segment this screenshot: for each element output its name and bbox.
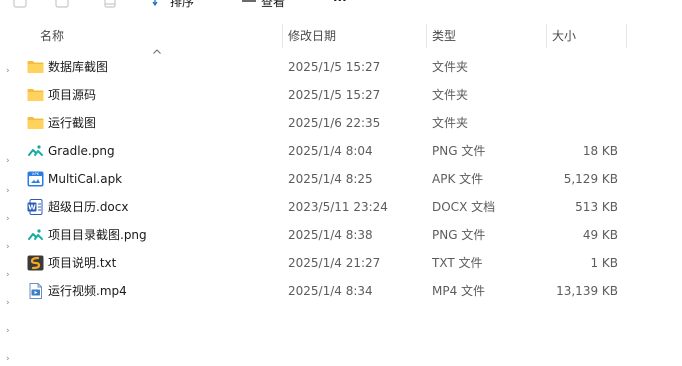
column-divider[interactable] (426, 24, 427, 48)
file-row[interactable]: 项目源码 2025/1/5 15:27 文件夹 (0, 81, 682, 109)
file-name: 数据库截图 (48, 60, 109, 74)
folder-icon (27, 115, 44, 131)
file-date: 2025/1/4 8:25 (288, 172, 373, 186)
file-row[interactable]: 项目目录截图.png 2025/1/4 8:38 PNG 文件 49 KB (0, 221, 682, 249)
new-icon[interactable] (13, 0, 27, 11)
folder-icon (27, 59, 44, 75)
file-row[interactable]: 项目说明.txt 2025/1/4 21:27 TXT 文件 1 KB (0, 249, 682, 277)
apk-icon: APK (27, 171, 44, 187)
file-type: DOCX 文档 (432, 200, 496, 214)
file-row[interactable]: 运行视频.mp4 2025/1/4 8:34 MP4 文件 13,139 KB (0, 277, 682, 305)
file-name: 项目源码 (48, 88, 97, 102)
expand-arrow-icon: › (6, 354, 10, 364)
word-document-icon: W (27, 199, 44, 215)
file-type: TXT 文件 (432, 256, 483, 270)
expand-arrow-icon: › (6, 326, 10, 336)
view-icon (241, 0, 257, 10)
file-size (520, 53, 618, 81)
column-header-row: 名称 修改日期 类型 大小 (0, 24, 682, 54)
column-header-type[interactable]: 类型 (432, 24, 542, 48)
text-file-icon (27, 255, 44, 271)
image-icon (27, 143, 44, 159)
sort-icon (152, 0, 166, 10)
file-row[interactable]: W 超级日历.docx 2023/5/11 23:24 DOCX 文档 513 … (0, 193, 682, 221)
file-size: 513 KB (575, 200, 618, 214)
file-row[interactable]: 数据库截图 2025/1/5 15:27 文件夹 (0, 53, 682, 81)
column-header-size[interactable]: 大小 (552, 24, 622, 48)
svg-text:W: W (28, 204, 36, 212)
column-divider[interactable] (626, 24, 627, 48)
view-label: 查看 (261, 0, 286, 9)
file-type: PNG 文件 (432, 144, 486, 158)
file-date: 2025/1/4 8:38 (288, 228, 373, 242)
sort-button[interactable]: 排序 (152, 0, 194, 10)
file-date: 2023/5/11 23:24 (288, 200, 388, 214)
file-name: MultiCal.apk (48, 172, 123, 186)
column-divider[interactable] (282, 24, 283, 48)
file-size (520, 109, 618, 137)
more-options-button[interactable]: ··· (333, 0, 347, 7)
sort-label: 排序 (170, 0, 195, 9)
file-name: Gradle.png (48, 144, 115, 158)
file-date: 2025/1/4 8:04 (288, 144, 373, 158)
file-date: 2025/1/5 15:27 (288, 88, 381, 102)
file-name: 超级日历.docx (48, 200, 129, 214)
file-type: PNG 文件 (432, 228, 486, 242)
column-divider[interactable] (546, 24, 547, 48)
file-size: 18 KB (582, 144, 618, 158)
file-row[interactable]: 运行截图 2025/1/6 22:35 文件夹 (0, 109, 682, 137)
file-type: 文件夹 (432, 60, 469, 74)
file-size: 5,129 KB (563, 172, 618, 186)
file-row[interactable]: Gradle.png 2025/1/4 8:04 PNG 文件 18 KB (0, 137, 682, 165)
share-icon[interactable] (55, 0, 69, 11)
file-name: 项目说明.txt (48, 256, 117, 270)
column-header-name[interactable]: 名称 (40, 24, 280, 48)
file-date: 2025/1/6 22:35 (288, 116, 381, 130)
video-file-icon (27, 283, 44, 299)
file-size: 13,139 KB (556, 284, 618, 298)
folder-icon (27, 87, 44, 103)
command-bar: 排序 查看 ··· (0, 0, 682, 12)
file-date: 2025/1/5 15:27 (288, 60, 381, 74)
file-type: MP4 文件 (432, 284, 486, 298)
delete-icon[interactable] (103, 0, 117, 11)
more-label: ··· (333, 0, 347, 7)
file-name: 项目目录截图.png (48, 228, 147, 242)
file-list: 数据库截图 2025/1/5 15:27 文件夹 项目源码 2025/1/5 1… (0, 53, 682, 305)
file-size: 1 KB (590, 256, 618, 270)
file-date: 2025/1/4 8:34 (288, 284, 373, 298)
file-type: 文件夹 (432, 88, 469, 102)
column-header-date[interactable]: 修改日期 (288, 24, 424, 48)
view-button[interactable]: 查看 (241, 0, 285, 10)
file-type: APK 文件 (432, 172, 484, 186)
file-size (520, 81, 618, 109)
image-icon (27, 227, 44, 243)
file-date: 2025/1/4 21:27 (288, 256, 381, 270)
svg-text:APK: APK (32, 172, 40, 176)
file-size: 49 KB (582, 228, 618, 242)
file-type: 文件夹 (432, 116, 469, 130)
file-name: 运行视频.mp4 (48, 284, 127, 298)
file-row[interactable]: APK MultiCal.apk 2025/1/4 8:25 APK 文件 5,… (0, 165, 682, 193)
file-name: 运行截图 (48, 116, 97, 130)
